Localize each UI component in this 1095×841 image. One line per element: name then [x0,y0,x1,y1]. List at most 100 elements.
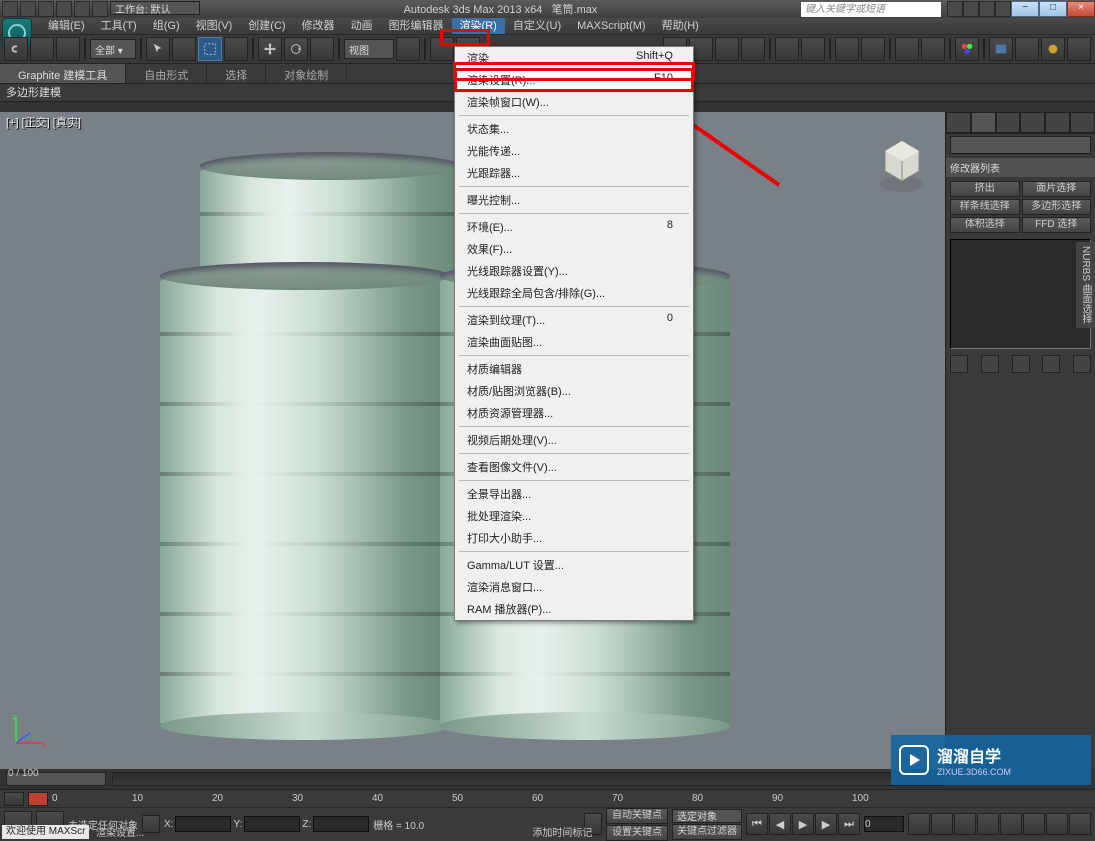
qat-icon[interactable] [56,1,72,17]
render-frame-icon[interactable] [1015,37,1039,61]
menu-2[interactable]: 组(G) [145,18,188,34]
unlink-icon[interactable] [30,37,54,61]
utilities-tab-icon[interactable] [1070,112,1095,133]
manipulate-icon[interactable] [430,37,454,61]
modify-tab-icon[interactable] [971,112,996,133]
menu-item[interactable]: 光能传递... [455,140,693,162]
menu-item[interactable]: 渲染设置(R)...F10 [455,69,693,91]
menu-3[interactable]: 视图(V) [188,18,241,34]
qat-icon[interactable] [74,1,90,17]
layers-icon[interactable] [861,37,885,61]
prev-frame-icon[interactable]: ◀ [769,813,791,835]
menu-7[interactable]: 图形编辑器 [381,18,452,34]
select-object-icon[interactable] [146,37,170,61]
qat-icon[interactable] [2,1,18,17]
maximize-button[interactable]: □ [1039,1,1067,17]
select-name-icon[interactable] [172,37,196,61]
trackbar-key-icon[interactable] [4,792,24,806]
auto-key-button[interactable]: 自动关键点 [606,808,668,824]
menu-item[interactable]: 视频后期处理(V)... [455,429,693,451]
modifier-button[interactable]: 面片选择 [1022,181,1092,197]
select-region-icon[interactable] [198,37,222,61]
ribbon-tab[interactable]: 选择 [207,64,266,83]
current-frame-input[interactable] [864,816,904,832]
time-slider[interactable]: 0 / 100 [0,769,945,789]
create-tab-icon[interactable] [946,112,971,133]
viewport-layout-icon[interactable] [1069,813,1091,835]
render-production-icon[interactable] [1041,37,1065,61]
modifier-button[interactable]: 挤出 [950,181,1020,197]
menu-9[interactable]: 自定义(U) [505,18,569,34]
time-track[interactable] [112,772,945,786]
menu-item[interactable]: 状态集... [455,118,693,140]
pin-stack-icon[interactable] [950,355,968,373]
schematic-view-icon[interactable] [921,37,945,61]
menu-item[interactable]: 材质编辑器 [455,358,693,380]
time-slider-handle[interactable]: 0 / 100 [6,772,106,786]
minimize-button[interactable]: − [1011,1,1039,17]
menu-5[interactable]: 修改器 [294,18,343,34]
spinner-snap-icon[interactable] [741,37,765,61]
modifier-button[interactable]: 样条线选择 [950,199,1020,215]
menu-item[interactable]: 全景导出器... [455,483,693,505]
link-icon[interactable] [4,37,28,61]
exchange-icon[interactable] [979,1,995,17]
menu-item[interactable]: 光跟踪器... [455,162,693,184]
menu-4[interactable]: 创建(C) [240,18,293,34]
modifier-button[interactable]: FFD 选择 [1022,217,1092,233]
window-crossing-icon[interactable] [224,37,248,61]
min-max-icon[interactable] [1046,813,1068,835]
search-icon[interactable] [947,1,963,17]
menu-item[interactable]: 光线跟踪全局包含/排除(G)... [455,282,693,304]
set-key-button[interactable]: 设置关键点 [606,825,668,841]
ribbon-tab[interactable]: 自由形式 [126,64,207,83]
zoom-icon[interactable] [931,813,953,835]
remove-mod-icon[interactable] [1042,355,1060,373]
menu-item[interactable]: 渲染帧窗口(W)... [455,91,693,113]
rotate-icon[interactable] [284,37,308,61]
render-setup-icon[interactable] [989,37,1013,61]
maximize-viewport-icon[interactable] [1000,813,1022,835]
zoom-extents-icon[interactable] [908,813,930,835]
goto-start-icon[interactable]: ⏮ [746,813,768,835]
move-icon[interactable] [258,37,282,61]
scale-icon[interactable] [310,37,334,61]
ribbon-tab[interactable]: 对象绘制 [266,64,347,83]
configure-sets-icon[interactable] [1073,355,1091,373]
motion-tab-icon[interactable] [1020,112,1045,133]
reference-coord-combo[interactable]: 视图 [344,39,394,59]
help-search-input[interactable]: 键入关键字或短语 [801,2,941,17]
curve-editor-icon[interactable] [895,37,919,61]
object-name-field[interactable] [950,136,1091,154]
menu-item[interactable]: 曝光控制... [455,189,693,211]
modifier-button[interactable]: 多边形选择 [1022,199,1092,215]
menu-6[interactable]: 动画 [343,18,381,34]
help-icon[interactable] [995,1,1011,17]
fov-icon[interactable] [1023,813,1045,835]
close-button[interactable]: × [1067,1,1095,17]
pivot-icon[interactable] [396,37,420,61]
render-iterative-icon[interactable] [1067,37,1091,61]
qat-icon[interactable] [92,1,108,17]
material-editor-icon[interactable] [955,37,979,61]
trackbar-filter-icon[interactable] [28,792,48,806]
percent-snap-icon[interactable] [715,37,739,61]
menu-item[interactable]: 查看图像文件(V)... [455,456,693,478]
align-icon[interactable] [835,37,859,61]
menu-item[interactable]: 渲染Shift+Q [455,47,693,69]
menu-item[interactable]: 渲染曲面贴图... [455,331,693,353]
display-tab-icon[interactable] [1045,112,1070,133]
modifier-stack[interactable] [950,239,1091,349]
named-selection-icon[interactable] [775,37,799,61]
menu-item[interactable]: RAM 播放器(P)... [455,598,693,620]
pan-icon[interactable] [954,813,976,835]
mirror-icon[interactable] [801,37,825,61]
menu-item[interactable]: 材质资源管理器... [455,402,693,424]
modifier-list-label[interactable]: 修改器列表 [946,158,1095,177]
ribbon-tab[interactable]: Graphite 建模工具 [0,64,126,83]
menu-item[interactable]: 效果(F)... [455,238,693,260]
menu-item[interactable]: 批处理渲染... [455,505,693,527]
menu-item[interactable]: 打印大小助手... [455,527,693,549]
menu-11[interactable]: 帮助(H) [654,18,707,34]
goto-end-icon[interactable]: ⏭ [838,813,860,835]
